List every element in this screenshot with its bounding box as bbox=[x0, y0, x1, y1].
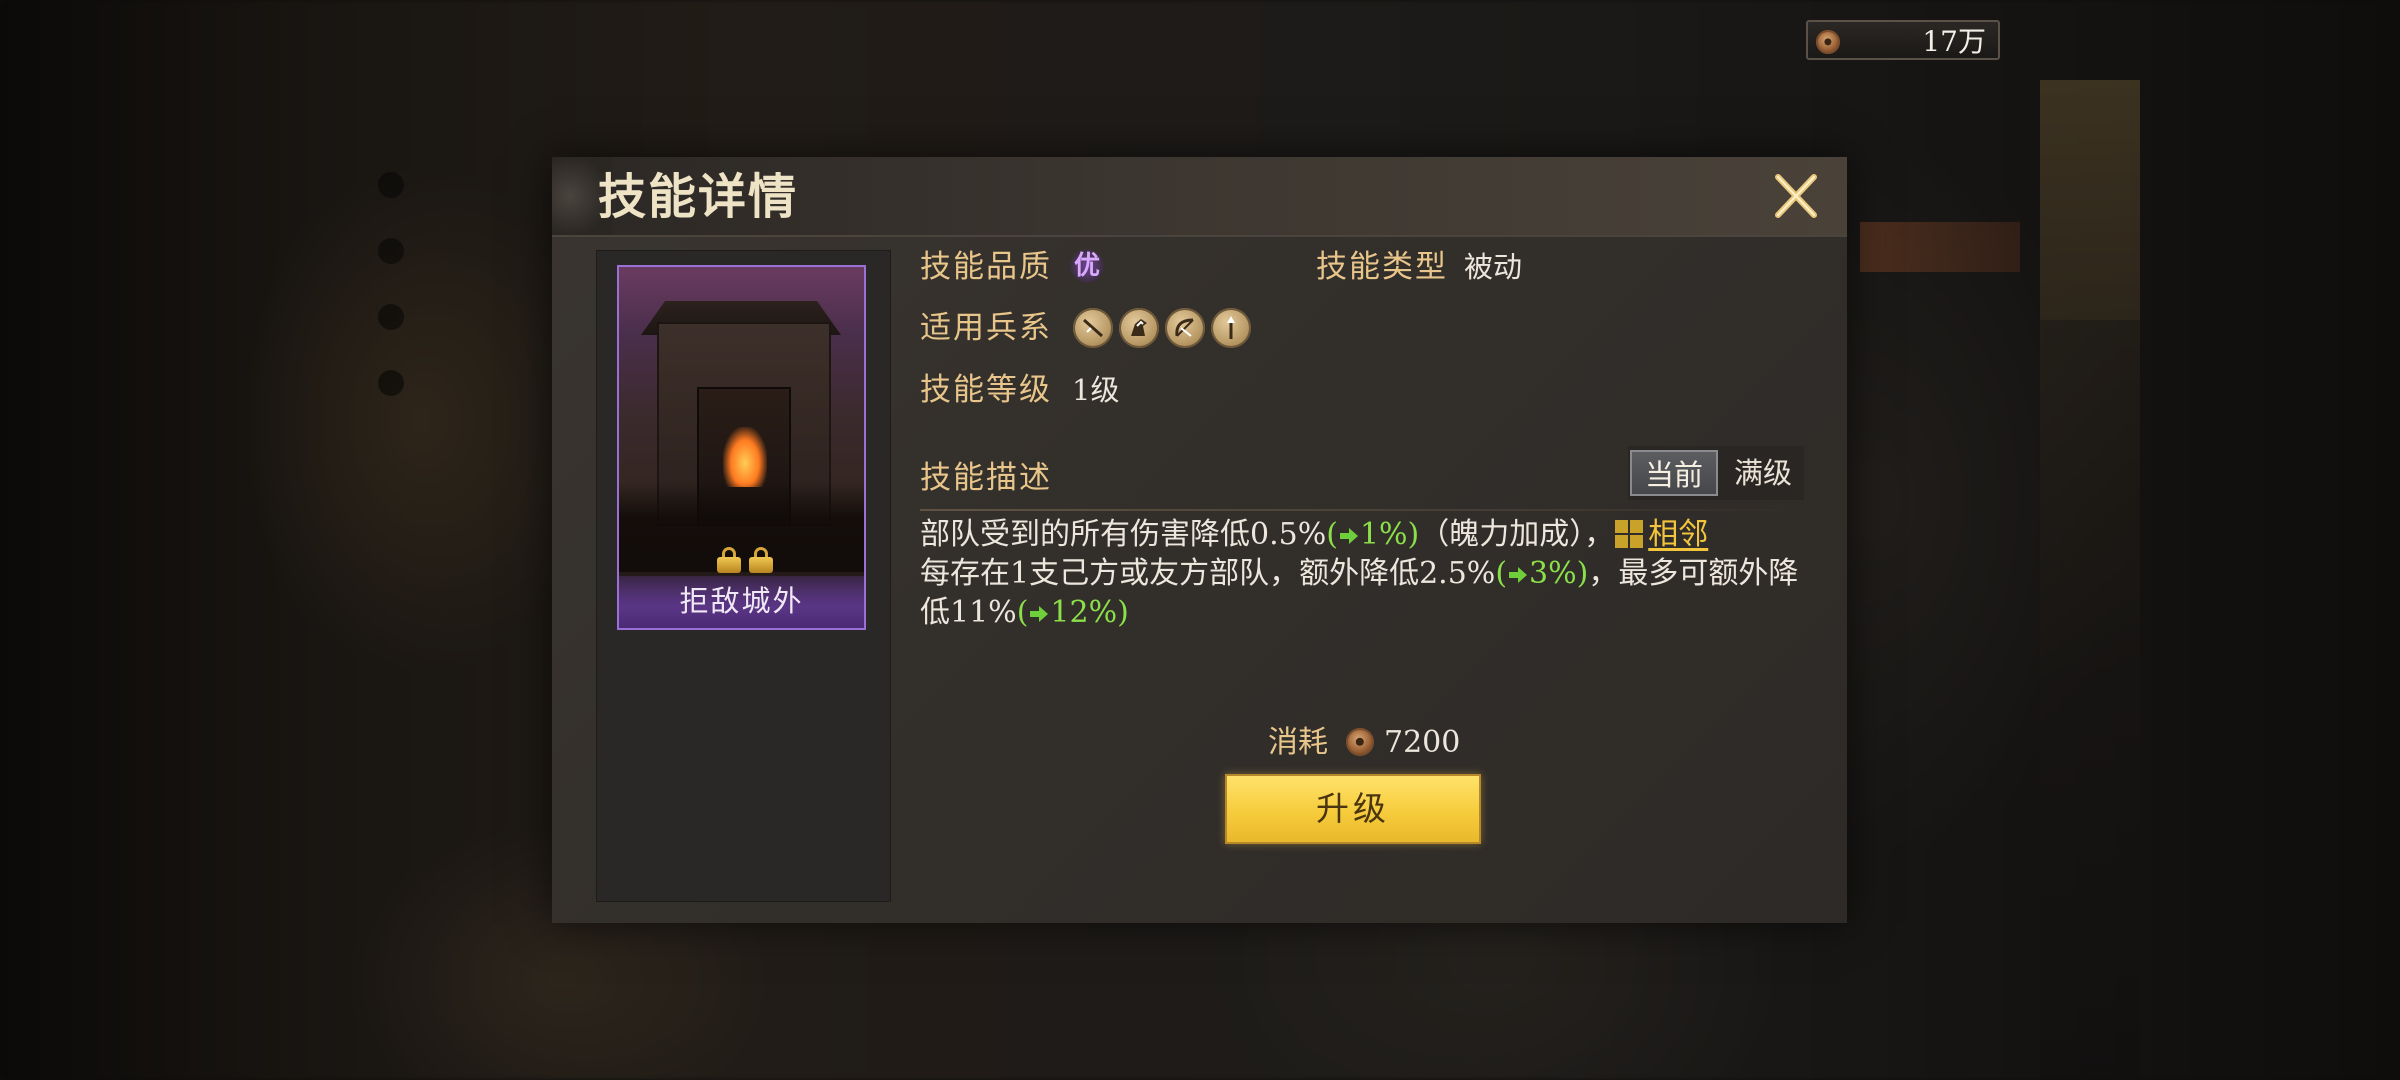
bonus-value: 3% bbox=[1529, 556, 1577, 591]
dialog-header: 技能详情 bbox=[552, 157, 1847, 237]
type-label: 技能类型 bbox=[1316, 249, 1448, 285]
bonus-bracket: ) bbox=[1117, 595, 1129, 630]
level-toggle: 当前 满级 bbox=[1628, 446, 1804, 500]
skill-detail-dialog: 技能详情 拒敌城外 技能品质 优 技能类型 被动 适用兵系 技能等级 1级 技能… bbox=[552, 157, 1847, 923]
copper-coin-icon bbox=[1346, 728, 1374, 756]
description-text: 每存在1支己方或友方部队，额外降低2.5% bbox=[920, 556, 1496, 591]
description-text: 部队受到的所有伤害降低0.5% bbox=[920, 517, 1327, 552]
arrow-right-icon bbox=[1509, 567, 1528, 583]
adjacent-grid-icon bbox=[1615, 520, 1644, 548]
copper-coin-icon bbox=[1816, 30, 1840, 54]
quality-label: 技能品质 bbox=[920, 249, 1052, 285]
skill-description: 部队受到的所有伤害降低0.5%(1%)（魄力加成）， 相邻 每存在1支己方或友方部… bbox=[920, 515, 1810, 632]
upgrade-button[interactable]: 升级 bbox=[1225, 774, 1481, 844]
skill-card: 拒敌城外 bbox=[617, 265, 866, 630]
skill-name: 拒敌城外 bbox=[679, 584, 804, 618]
description-label: 技能描述 bbox=[920, 460, 1052, 496]
card-art-fire bbox=[723, 427, 767, 487]
bonus-bracket: ( bbox=[1326, 517, 1338, 552]
tab-max-level[interactable]: 满级 bbox=[1724, 450, 1802, 496]
description-text: （魄力加成）， bbox=[1419, 517, 1615, 552]
close-crossed-swords-icon bbox=[1775, 174, 1817, 218]
skill-card-panel: 拒敌城外 bbox=[596, 250, 891, 902]
lock-icon bbox=[749, 547, 773, 573]
cavalry-troop-icon bbox=[1119, 308, 1159, 348]
adjacent-keyword-link[interactable]: 相邻 bbox=[1648, 517, 1708, 552]
card-locks bbox=[709, 541, 779, 575]
currency-amount: 17万 bbox=[1922, 25, 1986, 58]
cost-label: 消耗 bbox=[1268, 725, 1328, 760]
level-value: 1级 bbox=[1072, 373, 1120, 407]
bonus-value: 12% bbox=[1050, 595, 1118, 630]
bonus-value: 1% bbox=[1359, 517, 1408, 552]
lock-icon bbox=[717, 547, 741, 573]
bonus-bracket: ( bbox=[1016, 595, 1029, 630]
close-button[interactable] bbox=[1770, 171, 1820, 221]
spear-troop-icon bbox=[1211, 308, 1251, 348]
currency-display: 17万 bbox=[1806, 20, 2000, 60]
arrow-right-icon bbox=[1030, 606, 1049, 622]
sword-troop-icon bbox=[1073, 308, 1113, 348]
cost-value: 7200 bbox=[1384, 725, 1461, 760]
bonus-bracket: ( bbox=[1495, 556, 1508, 591]
quality-badge: 优 bbox=[1070, 249, 1104, 283]
type-value: 被动 bbox=[1464, 250, 1523, 284]
bow-troop-icon bbox=[1165, 308, 1205, 348]
level-label: 技能等级 bbox=[920, 372, 1052, 408]
tab-current-level[interactable]: 当前 bbox=[1630, 450, 1718, 496]
description-divider bbox=[920, 509, 1800, 511]
bonus-bracket: ) bbox=[1407, 517, 1420, 552]
bonus-bracket: ) bbox=[1576, 556, 1589, 591]
arrow-right-icon bbox=[1339, 528, 1358, 544]
troops-label: 适用兵系 bbox=[920, 310, 1052, 346]
dialog-title: 技能详情 bbox=[598, 169, 799, 225]
